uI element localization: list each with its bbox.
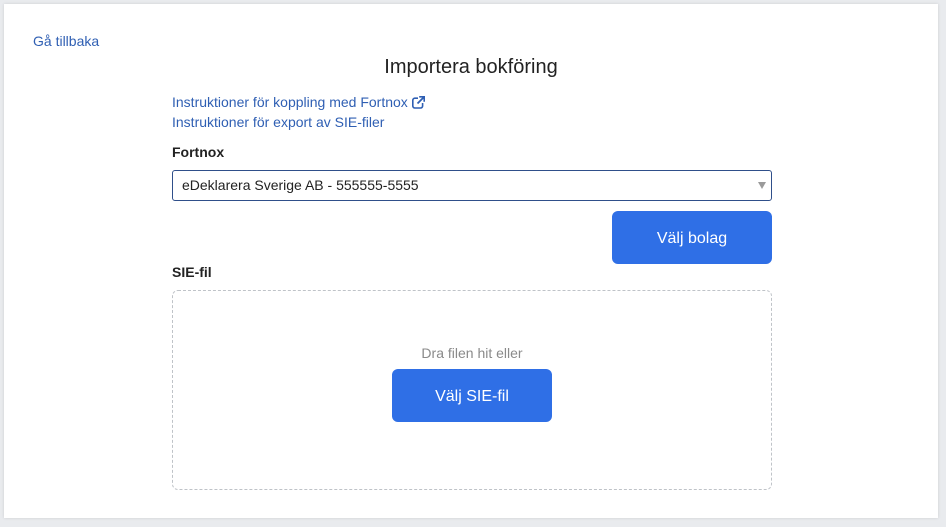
choose-sie-file-button[interactable]: Välj SIE-fil bbox=[392, 369, 552, 422]
sie-label: SIE-fil bbox=[172, 264, 212, 280]
external-link-icon bbox=[411, 96, 425, 109]
back-link[interactable]: Gå tillbaka bbox=[33, 33, 99, 49]
fortnox-instructions-label: Instruktioner för koppling med Fortnox bbox=[172, 94, 408, 110]
company-select-value: eDeklarera Sverige AB - 555555-5555 bbox=[182, 177, 419, 193]
import-card: Gå tillbaka Importera bokföring Instrukt… bbox=[4, 4, 938, 518]
page-title: Importera bokföring bbox=[384, 56, 558, 78]
caret-down-icon bbox=[758, 182, 766, 189]
fortnox-instructions-link[interactable]: Instruktioner för koppling med Fortnox bbox=[172, 94, 425, 110]
sie-dropzone[interactable]: Dra filen hit eller Välj SIE-fil bbox=[172, 290, 772, 490]
fortnox-label: Fortnox bbox=[172, 144, 225, 160]
sie-instructions-link[interactable]: Instruktioner för export av SIE-filer bbox=[172, 114, 384, 130]
dropzone-text: Dra filen hit eller bbox=[421, 345, 523, 361]
choose-company-button[interactable]: Välj bolag bbox=[612, 211, 772, 264]
company-select[interactable]: eDeklarera Sverige AB - 555555-5555 bbox=[172, 170, 772, 201]
